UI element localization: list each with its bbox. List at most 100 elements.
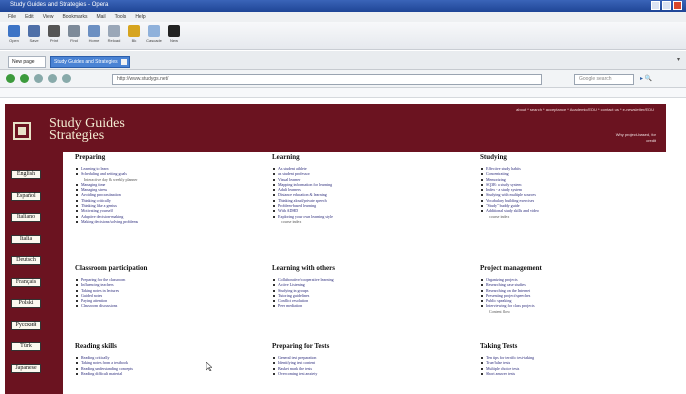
toolbar-reload-button[interactable]: Reload [104,22,124,48]
toolbar-new-button[interactable]: New [164,22,184,48]
toolbar-label: Reload [107,38,121,43]
sidebar-item-9[interactable]: Türk [11,342,41,351]
bookmarks-bar [0,88,686,98]
menu-edit[interactable]: Edit [25,14,34,20]
toolbar: Open Save Print Find Home Reload Bk Cascade New [0,22,686,50]
toolbar-open-button[interactable]: Open [4,22,24,48]
new-icon [168,25,180,37]
section-project-management: Project management Organizing projects Res… [480,264,660,314]
mouse-cursor-icon [206,362,212,371]
toolbar-label: New [169,38,178,43]
close-button[interactable] [673,1,682,10]
section-link-list: As student athlete as student professor Vi… [272,166,452,224]
sidebar-item-5[interactable]: Deutsch [11,256,41,265]
minimize-button[interactable] [651,1,660,10]
toolbar-cascade-button[interactable]: Cascade [144,22,164,48]
tab-close-icon[interactable] [121,59,127,65]
section-title: Project management [480,264,542,272]
tab-new-page[interactable]: New page [8,56,46,68]
sidebar-item-7[interactable]: Polski [11,299,41,308]
sidebar-item-3[interactable]: Italiano [11,213,41,222]
section-learning: Learning As student athlete as student pro… [272,153,452,224]
sidebar-item-1[interactable]: English [11,170,41,179]
section-title: Learning [272,153,300,161]
section-link[interactable]: Making decisions/solving problems [75,219,255,224]
section-learning-with-others: Learning with others Collaborative/cooper… [272,264,452,309]
open-icon [8,25,20,37]
section-link[interactable]: Classroom discussions [75,303,255,308]
section-link-list: Collaborative/cooperative learning Active… [272,277,452,309]
section-title: Classroom participation [75,264,148,272]
web-page: about * search * acceptance * Academic/E… [0,98,686,394]
reload-icon[interactable] [34,74,43,83]
section-link-list: Effective study habits Concentrating Memor… [480,166,660,219]
maximize-button[interactable] [662,1,671,10]
tab-active[interactable]: Study Guides and Strategies [50,56,130,68]
site-logo-icon[interactable] [13,122,31,140]
print-icon [48,25,60,37]
section-title: Learning with others [272,264,335,272]
toolbar-label: Save [29,38,39,43]
nav-buttons [6,74,71,83]
section-title: Taking Tests [480,342,518,350]
toolbar-print-button[interactable]: Print [44,22,64,48]
window-titlebar: Study Guides and Strategies - Opera [0,0,686,12]
section-preparing: Preparing Learning to learn Scheduling and… [75,153,255,224]
site-banner: about * search * acceptance * Academic/E… [5,104,666,152]
section-link-list: Organizing projects Researching case stud… [480,277,660,314]
menu-help[interactable]: Help [135,14,145,20]
sidebar-item-4[interactable]: Italia [11,234,41,244]
window-controls [651,1,682,10]
section-sublink[interactable]: course index [272,219,452,224]
sidebar-item-8[interactable]: Русский [11,320,41,330]
banner-right-text[interactable]: Why project-based, for credit [606,132,656,144]
bk-icon [128,25,140,37]
stop-icon[interactable] [62,74,71,83]
sidebar-item-10[interactable]: Japanese [11,363,41,373]
toolbar-label: Find [70,38,78,43]
section-sublink[interactable]: course index [480,214,660,219]
toolbar-label: Print [49,38,59,43]
site-top-links[interactable]: about * search * acceptance * Academic/E… [516,107,654,112]
menu-mail[interactable]: Mail [96,14,105,20]
section-sublink[interactable]: Content flow [480,309,660,314]
toolbar-save-button[interactable]: Save [24,22,44,48]
language-sidebar: English Español Italiano Italia Deutsch Franç… [5,152,63,394]
section-link-list: Reading critically Taking notes from a te… [75,355,255,376]
section-link[interactable]: Overcoming test anxiety [272,371,452,376]
section-link[interactable]: Peer mediation [272,303,452,308]
section-link-list: Ten tips for terrific test-taking True/fa… [480,355,660,376]
url-input[interactable]: http://www.studygs.net/ [112,74,542,85]
forward-icon[interactable] [20,74,29,83]
sidebar-item-2[interactable]: Español [11,191,41,201]
search-go-icon[interactable]: ▸ 🔍 [640,75,680,84]
section-link-list: General test preparation Identifying test… [272,355,452,376]
tab-bar: New page Study Guides and Strategies ▾ [0,51,686,70]
section-link[interactable]: Short answer tests [480,371,660,376]
site-logo-text[interactable]: Study Guides Strategies [49,117,125,143]
section-classroom-participation: Classroom participation Preparing for the… [75,264,255,309]
section-preparing-for-tests: Preparing for Tests General test preparat… [272,342,452,376]
cascade-icon [148,25,160,37]
menu-file[interactable]: File [8,14,16,20]
section-studying: Studying Effective study habits Concentrat… [480,153,660,219]
toolbar-home-button[interactable]: Home [84,22,104,48]
sidebar-item-6[interactable]: Français [11,277,41,287]
section-title: Studying [480,153,507,161]
menu-view[interactable]: View [43,14,54,20]
section-reading-skills: Reading skills Reading critically Taking n… [75,342,255,376]
save-icon [28,25,40,37]
back-icon[interactable] [6,74,15,83]
toolbar-find-button[interactable]: Find [64,22,84,48]
toolbar-label: Bk [131,38,137,43]
menu-tools[interactable]: Tools [115,14,127,20]
tab-menu-icon[interactable]: ▾ [677,56,680,63]
search-input[interactable]: Google search [574,74,634,85]
window-title: Study Guides and Strategies - Opera [10,2,109,8]
logo-line-2: Strategies [49,128,105,143]
menu-bookmarks[interactable]: Bookmarks [62,14,87,20]
section-link[interactable]: Reading difficult material [75,371,255,376]
home-icon[interactable] [48,74,57,83]
section-link-list: Learning to learn Scheduling and setting … [75,166,255,224]
toolbar-bk-button[interactable]: Bk [124,22,144,48]
